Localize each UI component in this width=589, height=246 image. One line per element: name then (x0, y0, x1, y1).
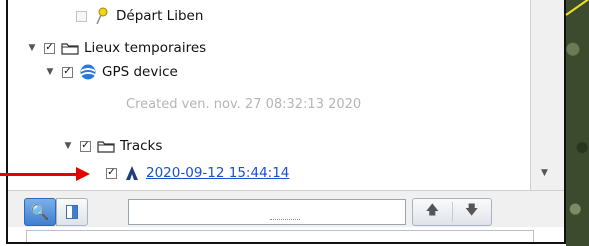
tree-row-depart-liben[interactable]: Départ Liben (76, 6, 203, 26)
checkbox-gps-device[interactable]: ✓ (62, 66, 73, 78)
tree-label: Départ Liben (116, 8, 204, 24)
checkbox-lieux-temporaires[interactable]: ✓ (44, 42, 55, 54)
expand-triangle-icon[interactable]: ▼ (44, 66, 56, 78)
annotation-arrow (0, 173, 78, 176)
map-view-edge[interactable] (565, 0, 589, 246)
places-panel: Départ Liben ▼ ✓ Lieux temporaires ▼ ✓ G… (6, 0, 566, 244)
expand-triangle-icon[interactable]: ▼ (62, 140, 74, 152)
tree-label: GPS device (102, 64, 178, 80)
scroll-down-arrow-icon[interactable]: ▼ (541, 168, 548, 178)
move-up-button[interactable]: 🡅 (413, 201, 452, 223)
tree-label: Lieux temporaires (84, 40, 207, 56)
track-link[interactable]: 2020-09-12 15:44:14 (146, 165, 289, 181)
expand-triangle-icon[interactable]: ▼ (26, 42, 38, 54)
track-path-icon (123, 165, 141, 181)
resize-grip[interactable] (270, 213, 300, 220)
results-panel (26, 230, 534, 242)
navigation-buttons: 🡅 🡇 (412, 198, 492, 226)
places-tree: Départ Liben ▼ ✓ Lieux temporaires ▼ ✓ G… (8, 0, 530, 190)
search-toggle-button[interactable]: 🔍 (24, 198, 56, 226)
gps-device-icon (79, 64, 97, 80)
map-route-line (565, 0, 589, 16)
checkbox-tracks[interactable]: ✓ (80, 140, 91, 152)
created-description: Created ven. nov. 27 08:32:13 2020 (126, 94, 361, 114)
tree-label: Tracks (120, 138, 163, 154)
tree-row-lieux-temporaires[interactable]: ▼ ✓ Lieux temporaires (26, 38, 207, 58)
created-text: Created ven. nov. 27 08:32:13 2020 (126, 96, 362, 112)
folder-icon (61, 40, 79, 56)
tree-row-track-2020-09-12[interactable]: ✓ 2020-09-12 15:44:14 (106, 163, 289, 183)
search-input[interactable] (128, 199, 406, 225)
folder-icon (97, 138, 115, 154)
search-icon: 🔍 (30, 203, 50, 221)
pushpin-icon (93, 7, 111, 25)
checkbox-depart-liben[interactable] (76, 10, 87, 22)
move-down-button[interactable]: 🡇 (452, 201, 491, 223)
checkbox-track[interactable]: ✓ (106, 167, 117, 179)
places-toolbar: 🔍 🡅 🡇 (8, 190, 564, 227)
tree-row-gps-device[interactable]: ▼ ✓ GPS device (44, 62, 178, 82)
split-view-button[interactable] (56, 198, 88, 226)
vertical-scrollbar[interactable]: ▼ (530, 0, 564, 190)
annotation-arrowhead (76, 167, 90, 181)
tree-row-tracks[interactable]: ▼ ✓ Tracks (62, 136, 163, 156)
split-panel-icon (66, 205, 78, 219)
